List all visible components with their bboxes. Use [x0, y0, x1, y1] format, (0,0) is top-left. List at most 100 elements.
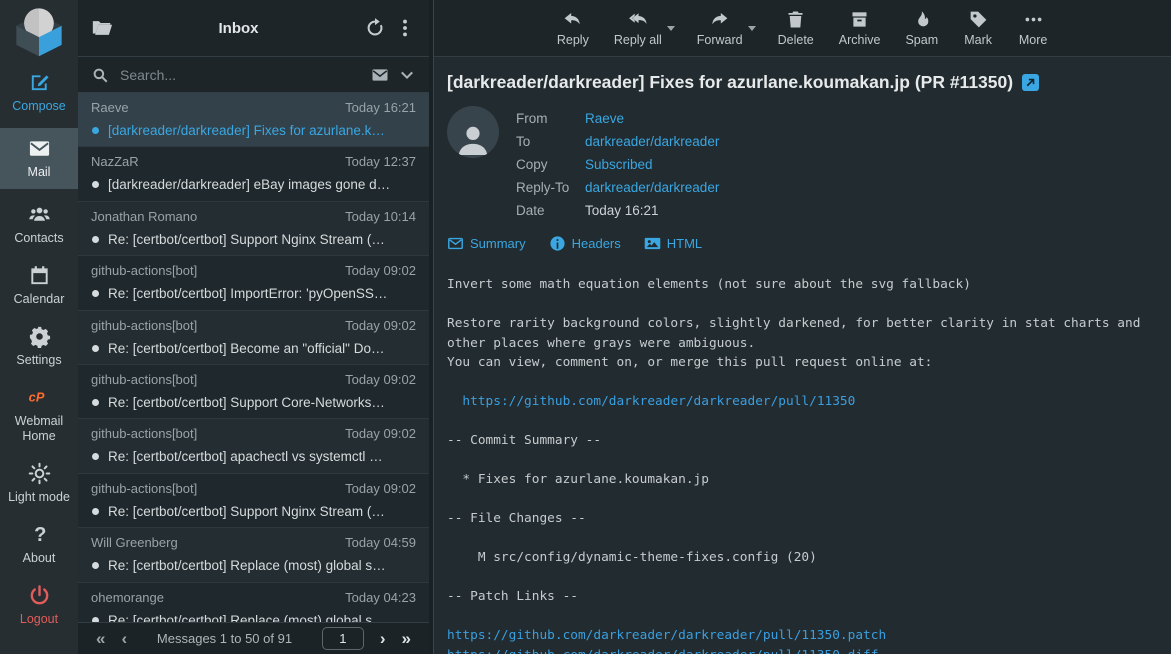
message-sender: ohemorange — [91, 590, 164, 606]
next-page-button[interactable]: › — [374, 630, 392, 647]
message-sender: Raeve — [91, 100, 129, 116]
message-list-item[interactable]: github-actions[bot] Today 09:02 Re: [cer… — [78, 365, 429, 419]
header-link[interactable]: Subscribed — [585, 157, 653, 172]
toolbar-button-label: Reply — [557, 33, 589, 47]
external-link-icon[interactable] — [1022, 74, 1039, 91]
header-label: From — [516, 107, 585, 130]
spam-button[interactable]: Spam — [905, 9, 938, 47]
dropdown-caret-icon[interactable] — [748, 26, 756, 31]
message-list-item[interactable]: github-actions[bot] Today 09:02 Re: [cer… — [78, 256, 429, 310]
message-sender: github-actions[bot] — [91, 318, 197, 334]
header-label: To — [516, 130, 585, 153]
archive-button[interactable]: Archive — [839, 9, 881, 47]
message-list-item[interactable]: ohemorange Today 04:23 Re: [certbot/cert… — [78, 583, 429, 622]
message-list-item[interactable]: github-actions[bot] Today 09:02 Re: [cer… — [78, 419, 429, 473]
compose-icon — [28, 71, 51, 94]
toolbar-button-label: More — [1019, 33, 1047, 47]
message-body-line: -- File Changes -- — [447, 509, 1158, 529]
sidebar-item-about[interactable]: ? About — [0, 519, 78, 570]
message-list-item[interactable]: Raeve Today 16:21 [darkreader/darkreader… — [78, 93, 429, 147]
message-body-line — [447, 568, 1158, 588]
sender-avatar — [447, 106, 499, 158]
sidebar-item-label: Calendar — [2, 292, 76, 307]
mark-button[interactable]: Mark — [963, 9, 993, 47]
message-headers: From Raeve To darkreader/darkreader Copy… — [516, 106, 1158, 222]
search-scope-envelope-icon[interactable] — [371, 66, 389, 84]
header-value: Today 16:21 — [585, 199, 659, 222]
header-row: Reply-To darkreader/darkreader — [516, 176, 1158, 199]
subject-row: [darkreader/darkreader] Fixes for azurla… — [447, 71, 1158, 93]
svg-text:cP: cP — [28, 390, 44, 405]
message-list-item[interactable]: NazZaR Today 12:37 [darkreader/darkreade… — [78, 147, 429, 201]
message-list-subject: [darkreader/darkreader] Fixes for azurla… — [108, 122, 416, 139]
sidebar-item-contacts[interactable]: Contacts — [0, 199, 78, 250]
trash-icon — [785, 9, 806, 30]
message-list-subject: Re: [certbot/certbot] apachectl vs syste… — [108, 448, 416, 465]
roundcube-logo-icon — [11, 4, 67, 58]
sidebar-item-compose[interactable]: Compose — [0, 67, 78, 118]
sidebar-item-webmail-home[interactable]: cP Webmail Home — [0, 382, 78, 448]
header-label: Reply-To — [516, 176, 585, 199]
search-input[interactable] — [118, 66, 362, 84]
header-link[interactable]: darkreader/darkreader — [585, 180, 719, 195]
message-body-line: https://github.com/darkreader/darkreader… — [447, 626, 1158, 646]
forward-button[interactable]: Forward — [697, 9, 743, 47]
message-sender: github-actions[bot] — [91, 263, 197, 279]
header-link[interactable]: darkreader/darkreader — [585, 134, 719, 149]
message-body-link[interactable]: https://github.com/darkreader/darkreader… — [462, 394, 855, 409]
message-sender: Jonathan Romano — [91, 209, 197, 225]
page-number-box[interactable]: 1 — [322, 627, 364, 650]
sidebar-item-mail[interactable]: Mail — [0, 128, 78, 189]
message-list-subject: Re: [certbot/certbot] Support Nginx Stre… — [108, 503, 416, 520]
sidebar-item-label: Contacts — [2, 231, 76, 246]
message-list-item[interactable]: github-actions[bot] Today 09:02 Re: [cer… — [78, 311, 429, 365]
message-date: Today 16:21 — [345, 100, 416, 116]
sidebar-item-logout[interactable]: Logout — [0, 580, 78, 631]
message-body-line: Restore rarity background colors, slight… — [447, 314, 1158, 334]
headers-toggle[interactable]: Headers — [549, 235, 621, 252]
message-body-line — [447, 451, 1158, 471]
roundcube-logo[interactable] — [0, 0, 78, 62]
sidebar-item-label: About — [2, 551, 76, 566]
message-body-line: other places where grays were ambiguous. — [447, 334, 1158, 354]
message-body-link[interactable]: https://github.com/darkreader/darkreader… — [447, 628, 886, 643]
message-body-line — [447, 412, 1158, 432]
refresh-icon[interactable] — [364, 17, 386, 39]
first-page-button[interactable]: « — [90, 630, 111, 647]
forward-icon — [709, 9, 730, 30]
prev-page-button[interactable]: ‹ — [115, 630, 133, 647]
last-page-button[interactable]: » — [396, 630, 417, 647]
kebab-menu-icon[interactable] — [394, 17, 416, 39]
message-list-item[interactable]: Jonathan Romano Today 10:14 Re: [certbot… — [78, 202, 429, 256]
message-list-subject: Re: [certbot/certbot] Support Core-Netwo… — [108, 394, 416, 411]
html-toggle[interactable]: HTML — [644, 235, 702, 252]
message-list-item[interactable]: github-actions[bot] Today 09:02 Re: [cer… — [78, 474, 429, 528]
message-body-link[interactable]: https://github.com/darkreader/darkreader… — [447, 648, 878, 654]
sidebar-item-calendar[interactable]: Calendar — [0, 260, 78, 311]
dropdown-caret-icon[interactable] — [667, 26, 675, 31]
header-row: From Raeve — [516, 107, 1158, 130]
more-button[interactable]: More — [1018, 9, 1048, 47]
message-list-pane: Inbox Raeve Today 16:21 — [78, 0, 433, 654]
sidebar-item-settings[interactable]: Settings — [0, 321, 78, 372]
header-label: Copy — [516, 153, 585, 176]
message-body: Invert some math equation elements (not … — [447, 275, 1158, 654]
summary-toggle[interactable]: Summary — [447, 235, 526, 252]
folder-open-icon[interactable] — [91, 17, 113, 39]
reply-all-button[interactable]: Reply all — [614, 9, 662, 47]
message-list-subject: Re: [certbot/certbot] Replace (most) glo… — [108, 612, 416, 622]
reply-icon — [562, 9, 583, 30]
message-list-subject: Re: [certbot/certbot] Become an "officia… — [108, 340, 416, 357]
toolbar-button-label: Forward — [697, 33, 743, 47]
message-body-line — [447, 607, 1158, 627]
folder-title: Inbox — [121, 20, 356, 37]
reply-button[interactable]: Reply — [557, 9, 589, 47]
sidebar-item-label: Logout — [2, 612, 76, 627]
delete-button[interactable]: Delete — [778, 9, 814, 47]
message-list-item[interactable]: Will Greenberg Today 04:59 Re: [certbot/… — [78, 528, 429, 582]
header-row: Copy Subscribed — [516, 153, 1158, 176]
message-list-subject: Re: [certbot/certbot] Replace (most) glo… — [108, 557, 416, 574]
header-link[interactable]: Raeve — [585, 111, 624, 126]
sidebar-item-light-mode[interactable]: Light mode — [0, 458, 78, 509]
chevron-down-icon[interactable] — [398, 66, 416, 84]
